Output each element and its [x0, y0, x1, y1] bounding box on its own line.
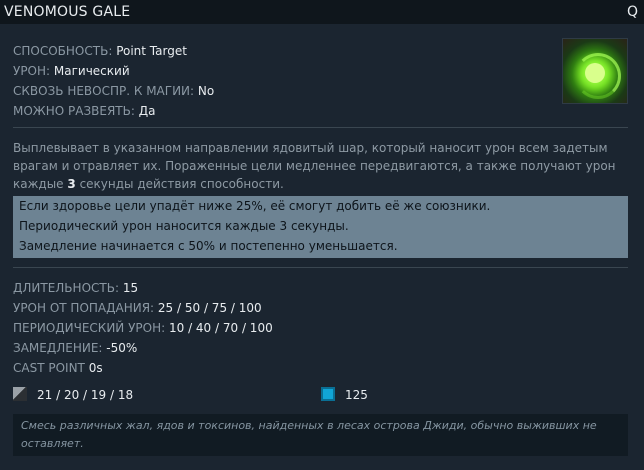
property-row: СКВОЗЬ НЕВОСПР. К МАГИИ: No: [13, 81, 214, 101]
ability-tooltip: VENOMOUS GALE Q СПОСОБНОСТЬ: Point Targe…: [0, 0, 644, 470]
property-value: Магический: [53, 64, 130, 78]
ability-lore: Смесь различных жал, ядов и токсинов, на…: [13, 414, 628, 456]
stat-value: 15: [122, 281, 139, 295]
stat-label: ПЕРИОДИЧЕСКИЙ УРОН:: [13, 321, 166, 335]
property-row: СПОСОБНОСТЬ: Point Target: [13, 41, 214, 61]
property-value: No: [197, 84, 215, 98]
property-value: Point Target: [116, 44, 187, 58]
ability-name: VENOMOUS GALE: [4, 4, 131, 20]
stat-row: ЗАМЕДЛЕНИЕ: -50%: [13, 338, 273, 358]
divider: [13, 127, 628, 128]
ability-hotkey: Q: [626, 4, 638, 20]
divider: [13, 267, 628, 268]
mana-icon: [321, 387, 335, 401]
property-label: УРОН:: [13, 64, 51, 78]
ability-notes: Если здоровье цели упадёт ниже 25%, её с…: [13, 196, 628, 258]
ability-description: Выплевывает в указанном направлении ядов…: [13, 139, 625, 193]
property-row: УРОН: Магический: [13, 61, 214, 81]
description-number: 3: [67, 177, 76, 191]
property-label: МОЖНО РАЗВЕЯТЬ:: [13, 104, 135, 118]
stat-value: 25 / 50 / 75 / 100: [157, 301, 262, 315]
property-label: СПОСОБНОСТЬ:: [13, 44, 113, 58]
ability-costs: 21 / 20 / 19 / 18 125: [13, 386, 628, 406]
cooldown-value: 21 / 20 / 19 / 18: [37, 388, 134, 402]
stat-row: CAST POINT 0s: [13, 358, 273, 378]
note-item: Если здоровье цели упадёт ниже 25%, её с…: [19, 199, 491, 213]
stat-value: 0s: [88, 361, 103, 375]
title-bar: VENOMOUS GALE Q: [0, 0, 644, 24]
description-suffix: секунды действия способности.: [75, 177, 284, 191]
stat-row: ДЛИТЕЛЬНОСТЬ: 15: [13, 278, 273, 298]
mana-cost-value: 125: [345, 388, 368, 402]
stat-row: УРОН ОТ ПОПАДАНИЯ: 25 / 50 / 75 / 100: [13, 298, 273, 318]
venomous-gale-icon: [562, 38, 628, 104]
stat-label: ДЛИТЕЛЬНОСТЬ:: [13, 281, 119, 295]
stat-label: УРОН ОТ ПОПАДАНИЯ:: [13, 301, 155, 315]
property-label: СКВОЗЬ НЕВОСПР. К МАГИИ:: [13, 84, 195, 98]
stat-label: CAST POINT: [13, 361, 85, 375]
ability-stats: ДЛИТЕЛЬНОСТЬ: 15 УРОН ОТ ПОПАДАНИЯ: 25 /…: [13, 278, 273, 378]
note-item: Замедление начинается с 50% и постепенно…: [19, 239, 398, 253]
note-item: Периодический урон наносится каждые 3 се…: [19, 219, 349, 233]
cooldown-icon: [13, 387, 27, 401]
stat-value: -50%: [106, 341, 138, 355]
stat-value: 10 / 40 / 70 / 100: [168, 321, 273, 335]
property-value: Да: [138, 104, 156, 118]
stat-label: ЗАМЕДЛЕНИЕ:: [13, 341, 103, 355]
ability-properties: СПОСОБНОСТЬ: Point Target УРОН: Магическ…: [13, 41, 214, 121]
stat-row: ПЕРИОДИЧЕСКИЙ УРОН: 10 / 40 / 70 / 100: [13, 318, 273, 338]
property-row: МОЖНО РАЗВЕЯТЬ: Да: [13, 101, 214, 121]
